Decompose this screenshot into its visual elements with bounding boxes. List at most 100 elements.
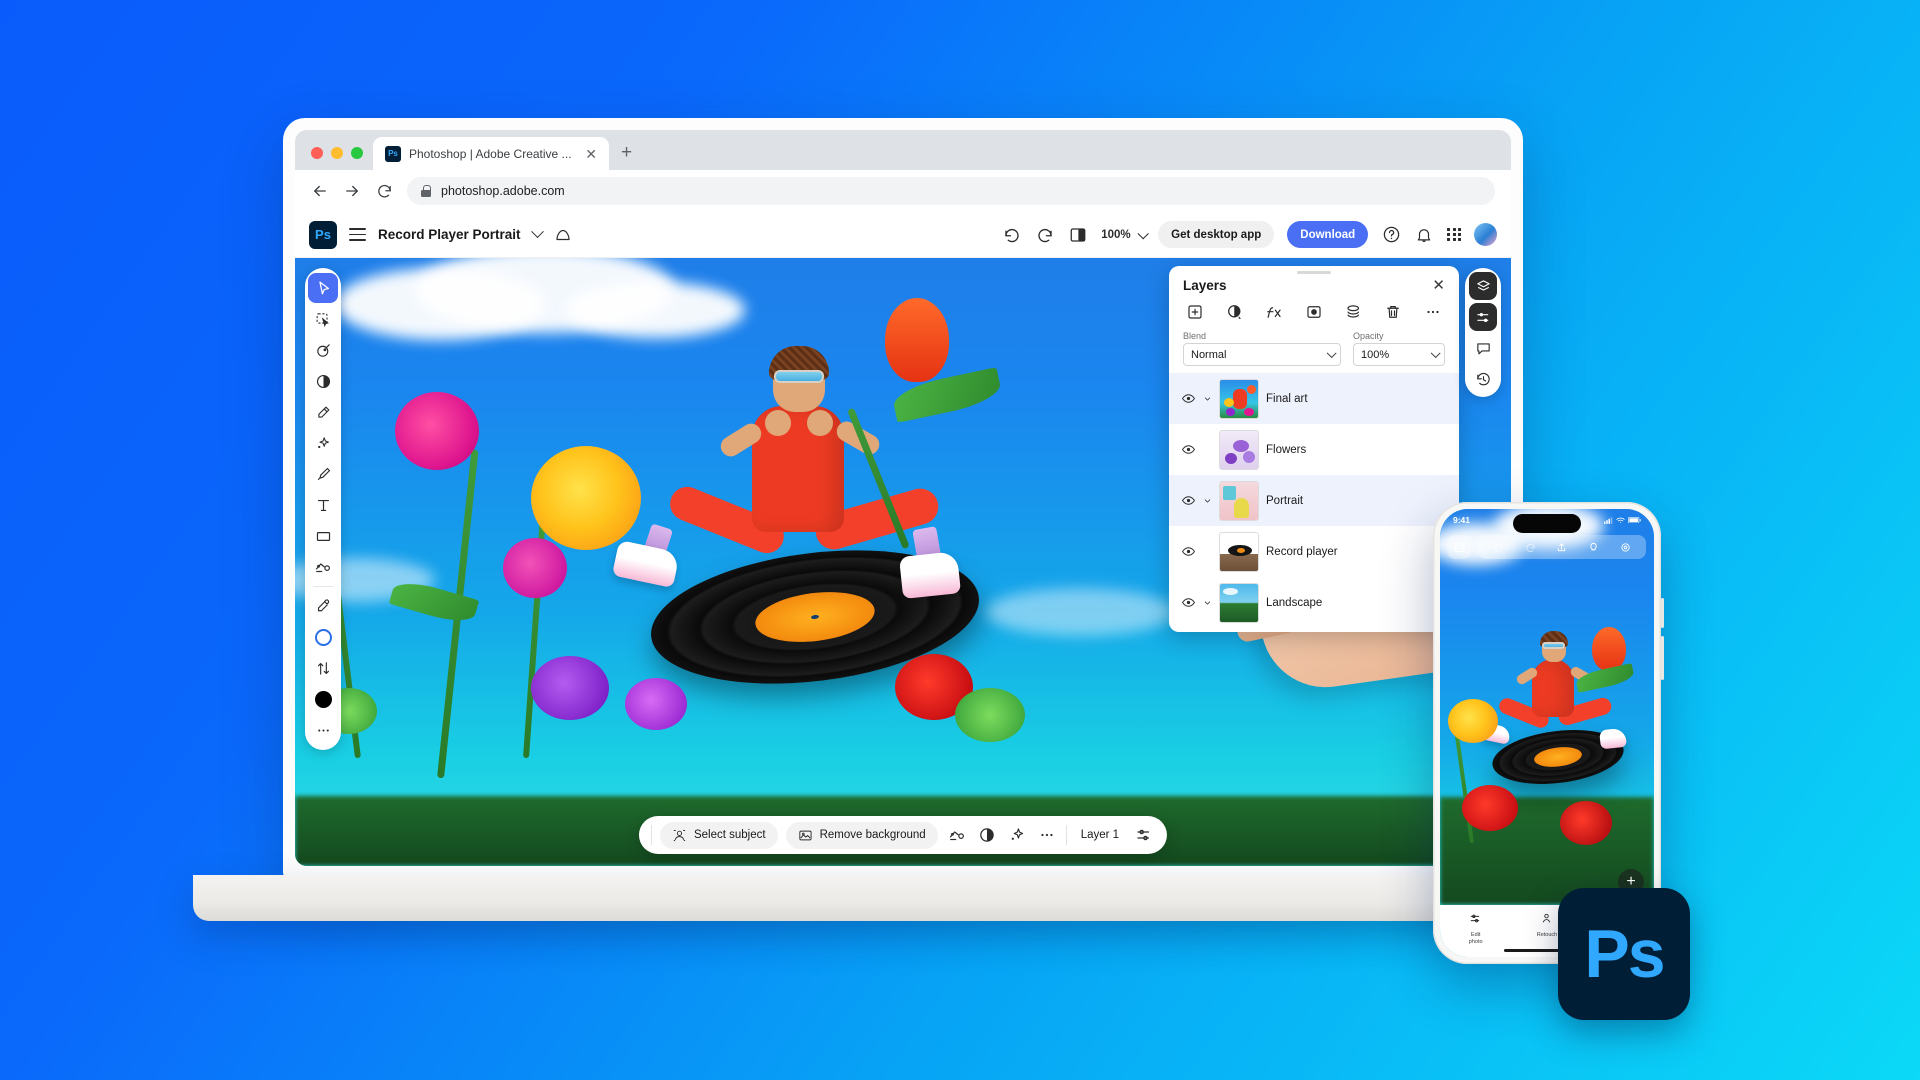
transform-icon[interactable] <box>946 824 968 846</box>
layer-visibility-toggle[interactable] <box>1181 595 1196 610</box>
chevron-down-icon[interactable] <box>530 225 544 239</box>
app-grid-icon[interactable] <box>1447 227 1461 242</box>
panels-rail[interactable] <box>1465 268 1501 397</box>
canvas-stage[interactable]: Layers ✕ Blend Normal Opacity 100% Final… <box>295 258 1511 866</box>
add-layer-icon[interactable] <box>1184 301 1206 323</box>
sidebar-item-brush-tool[interactable] <box>308 459 338 489</box>
magenta-flower <box>503 538 567 598</box>
cloud-shape <box>985 588 1175 636</box>
opacity-group: Opacity 100% <box>1353 331 1445 366</box>
layer-row[interactable]: Flowers <box>1169 424 1459 475</box>
spot-heal-sparkle-icon[interactable] <box>1006 824 1028 846</box>
trash-icon[interactable] <box>1382 301 1404 323</box>
blend-mode-label: Blend <box>1183 331 1207 341</box>
layer-visibility-toggle[interactable] <box>1181 544 1196 559</box>
more-dots-icon[interactable] <box>1036 824 1058 846</box>
download-button[interactable]: Download <box>1287 221 1369 248</box>
new-tab-button[interactable]: + <box>609 143 644 170</box>
layer-row[interactable]: Final art <box>1169 373 1459 424</box>
close-window-button[interactable] <box>311 147 323 159</box>
hamburger-icon[interactable] <box>349 228 366 241</box>
layers-panel-toggle[interactable] <box>1469 272 1497 300</box>
sidebar-item-type-tool[interactable] <box>308 490 338 520</box>
sliders-icon <box>1469 912 1482 928</box>
properties-panel-toggle[interactable] <box>1469 303 1497 331</box>
adjustment-circle-icon[interactable] <box>1224 301 1246 323</box>
layer-thumbnail[interactable] <box>1219 582 1259 623</box>
sidebar-item-heal-tool[interactable] <box>308 397 338 427</box>
layer-thumbnail[interactable] <box>1219 480 1259 521</box>
close-icon[interactable]: ✕ <box>1432 278 1445 293</box>
phone-floating-toolbar[interactable] <box>1478 535 1646 559</box>
get-desktop-app-button[interactable]: Get desktop app <box>1158 221 1275 248</box>
blend-mode-select[interactable]: Normal <box>1183 343 1341 366</box>
browser-tab[interactable]: Ps Photoshop | Adobe Creative ... ✕ <box>373 137 609 170</box>
select-subject-button[interactable]: Select subject <box>659 821 778 849</box>
phone-canvas[interactable]: 9:41 + <box>1440 509 1654 905</box>
layer-expand-chevron-icon[interactable] <box>1203 394 1212 404</box>
layer-expand-chevron-icon[interactable] <box>1203 598 1212 608</box>
comments-panel-toggle[interactable] <box>1469 334 1497 362</box>
layer-row[interactable]: Portrait <box>1169 475 1459 526</box>
phone-volume-up-button[interactable] <box>1660 598 1664 628</box>
redo-icon[interactable] <box>1035 225 1055 245</box>
sidebar-item-adjustment-tool[interactable] <box>308 366 338 396</box>
nav-edit[interactable]: Edit photo <box>1440 912 1511 946</box>
sidebar-item-flip-tool[interactable] <box>308 653 338 683</box>
zoom-level-select[interactable]: 100% <box>1101 227 1149 241</box>
help-circle-icon[interactable] <box>1381 225 1401 245</box>
layer-visibility-toggle[interactable] <box>1181 442 1196 457</box>
reload-icon[interactable] <box>375 182 393 200</box>
history-panel-toggle[interactable] <box>1469 365 1497 393</box>
contrast-circle-icon[interactable] <box>976 824 998 846</box>
active-layer-name[interactable]: Layer 1 <box>1075 829 1125 841</box>
browser-window: Ps Photoshop | Adobe Creative ... ✕ + ph… <box>295 130 1511 866</box>
minimize-window-button[interactable] <box>331 147 343 159</box>
avatar[interactable] <box>1474 223 1497 246</box>
sidebar-item-more-tools[interactable] <box>308 715 338 745</box>
contextual-toolbar[interactable]: Select subject Remove background Layer 1 <box>638 816 1168 854</box>
more-dots-icon[interactable] <box>1422 301 1444 323</box>
layer-thumbnail[interactable] <box>1219 378 1259 419</box>
back-arrow-icon[interactable] <box>311 182 329 200</box>
phone-home-button[interactable] <box>1447 535 1471 559</box>
bell-icon[interactable] <box>1414 225 1434 245</box>
undo-icon[interactable] <box>1002 225 1022 245</box>
phone-power-button[interactable] <box>1660 636 1664 680</box>
sidebar-item-object-select-tool[interactable] <box>308 304 338 334</box>
opacity-input[interactable]: 100% <box>1353 343 1445 366</box>
fx-icon[interactable] <box>1263 301 1285 323</box>
layer-visibility-toggle[interactable] <box>1181 391 1196 406</box>
sidebar-item-move-tool[interactable] <box>308 273 338 303</box>
remove-background-button[interactable]: Remove background <box>785 821 938 849</box>
sidebar-item-magic-wand-tool[interactable] <box>308 335 338 365</box>
sidebar-item-foreground-color-swatch[interactable] <box>308 684 338 714</box>
layer-visibility-toggle[interactable] <box>1181 493 1196 508</box>
layer-row[interactable]: Record player <box>1169 526 1459 577</box>
layer-expand-chevron-icon[interactable] <box>1203 496 1212 506</box>
compare-view-icon[interactable] <box>1068 225 1088 245</box>
close-icon[interactable]: ✕ <box>583 147 599 161</box>
tools-sidebar[interactable] <box>305 268 341 750</box>
maximize-window-button[interactable] <box>351 147 363 159</box>
layer-name: Final art <box>1266 392 1308 405</box>
sidebar-item-eyedropper-tool[interactable] <box>308 591 338 621</box>
phone-status-time: 9:41 <box>1453 515 1471 525</box>
layer-thumbnail[interactable] <box>1219 531 1259 572</box>
url-input[interactable]: photoshop.adobe.com <box>407 177 1495 205</box>
sidebar-item-spot-remove-tool[interactable] <box>308 428 338 458</box>
layers-list[interactable]: Final art Flowers Portrait Record player Lan… <box>1169 373 1459 628</box>
layer-thumbnail[interactable] <box>1219 429 1259 470</box>
sidebar-item-rectangle-tool[interactable] <box>308 521 338 551</box>
sidebar-item-transform-tool[interactable] <box>308 552 338 582</box>
forward-arrow-icon[interactable] <box>343 182 361 200</box>
layers-panel-header: Layers ✕ <box>1169 274 1459 299</box>
ps-logo-icon[interactable]: Ps <box>309 220 337 249</box>
layers-panel-toolbar[interactable] <box>1169 299 1459 331</box>
layer-row[interactable]: Landscape <box>1169 577 1459 628</box>
settings-sliders-icon[interactable] <box>1133 824 1155 846</box>
sidebar-item-ellipse-tool[interactable] <box>308 622 338 652</box>
mask-icon[interactable] <box>1303 301 1325 323</box>
group-stack-icon[interactable] <box>1343 301 1365 323</box>
layers-panel[interactable]: Layers ✕ Blend Normal Opacity 100% Final… <box>1169 266 1459 632</box>
